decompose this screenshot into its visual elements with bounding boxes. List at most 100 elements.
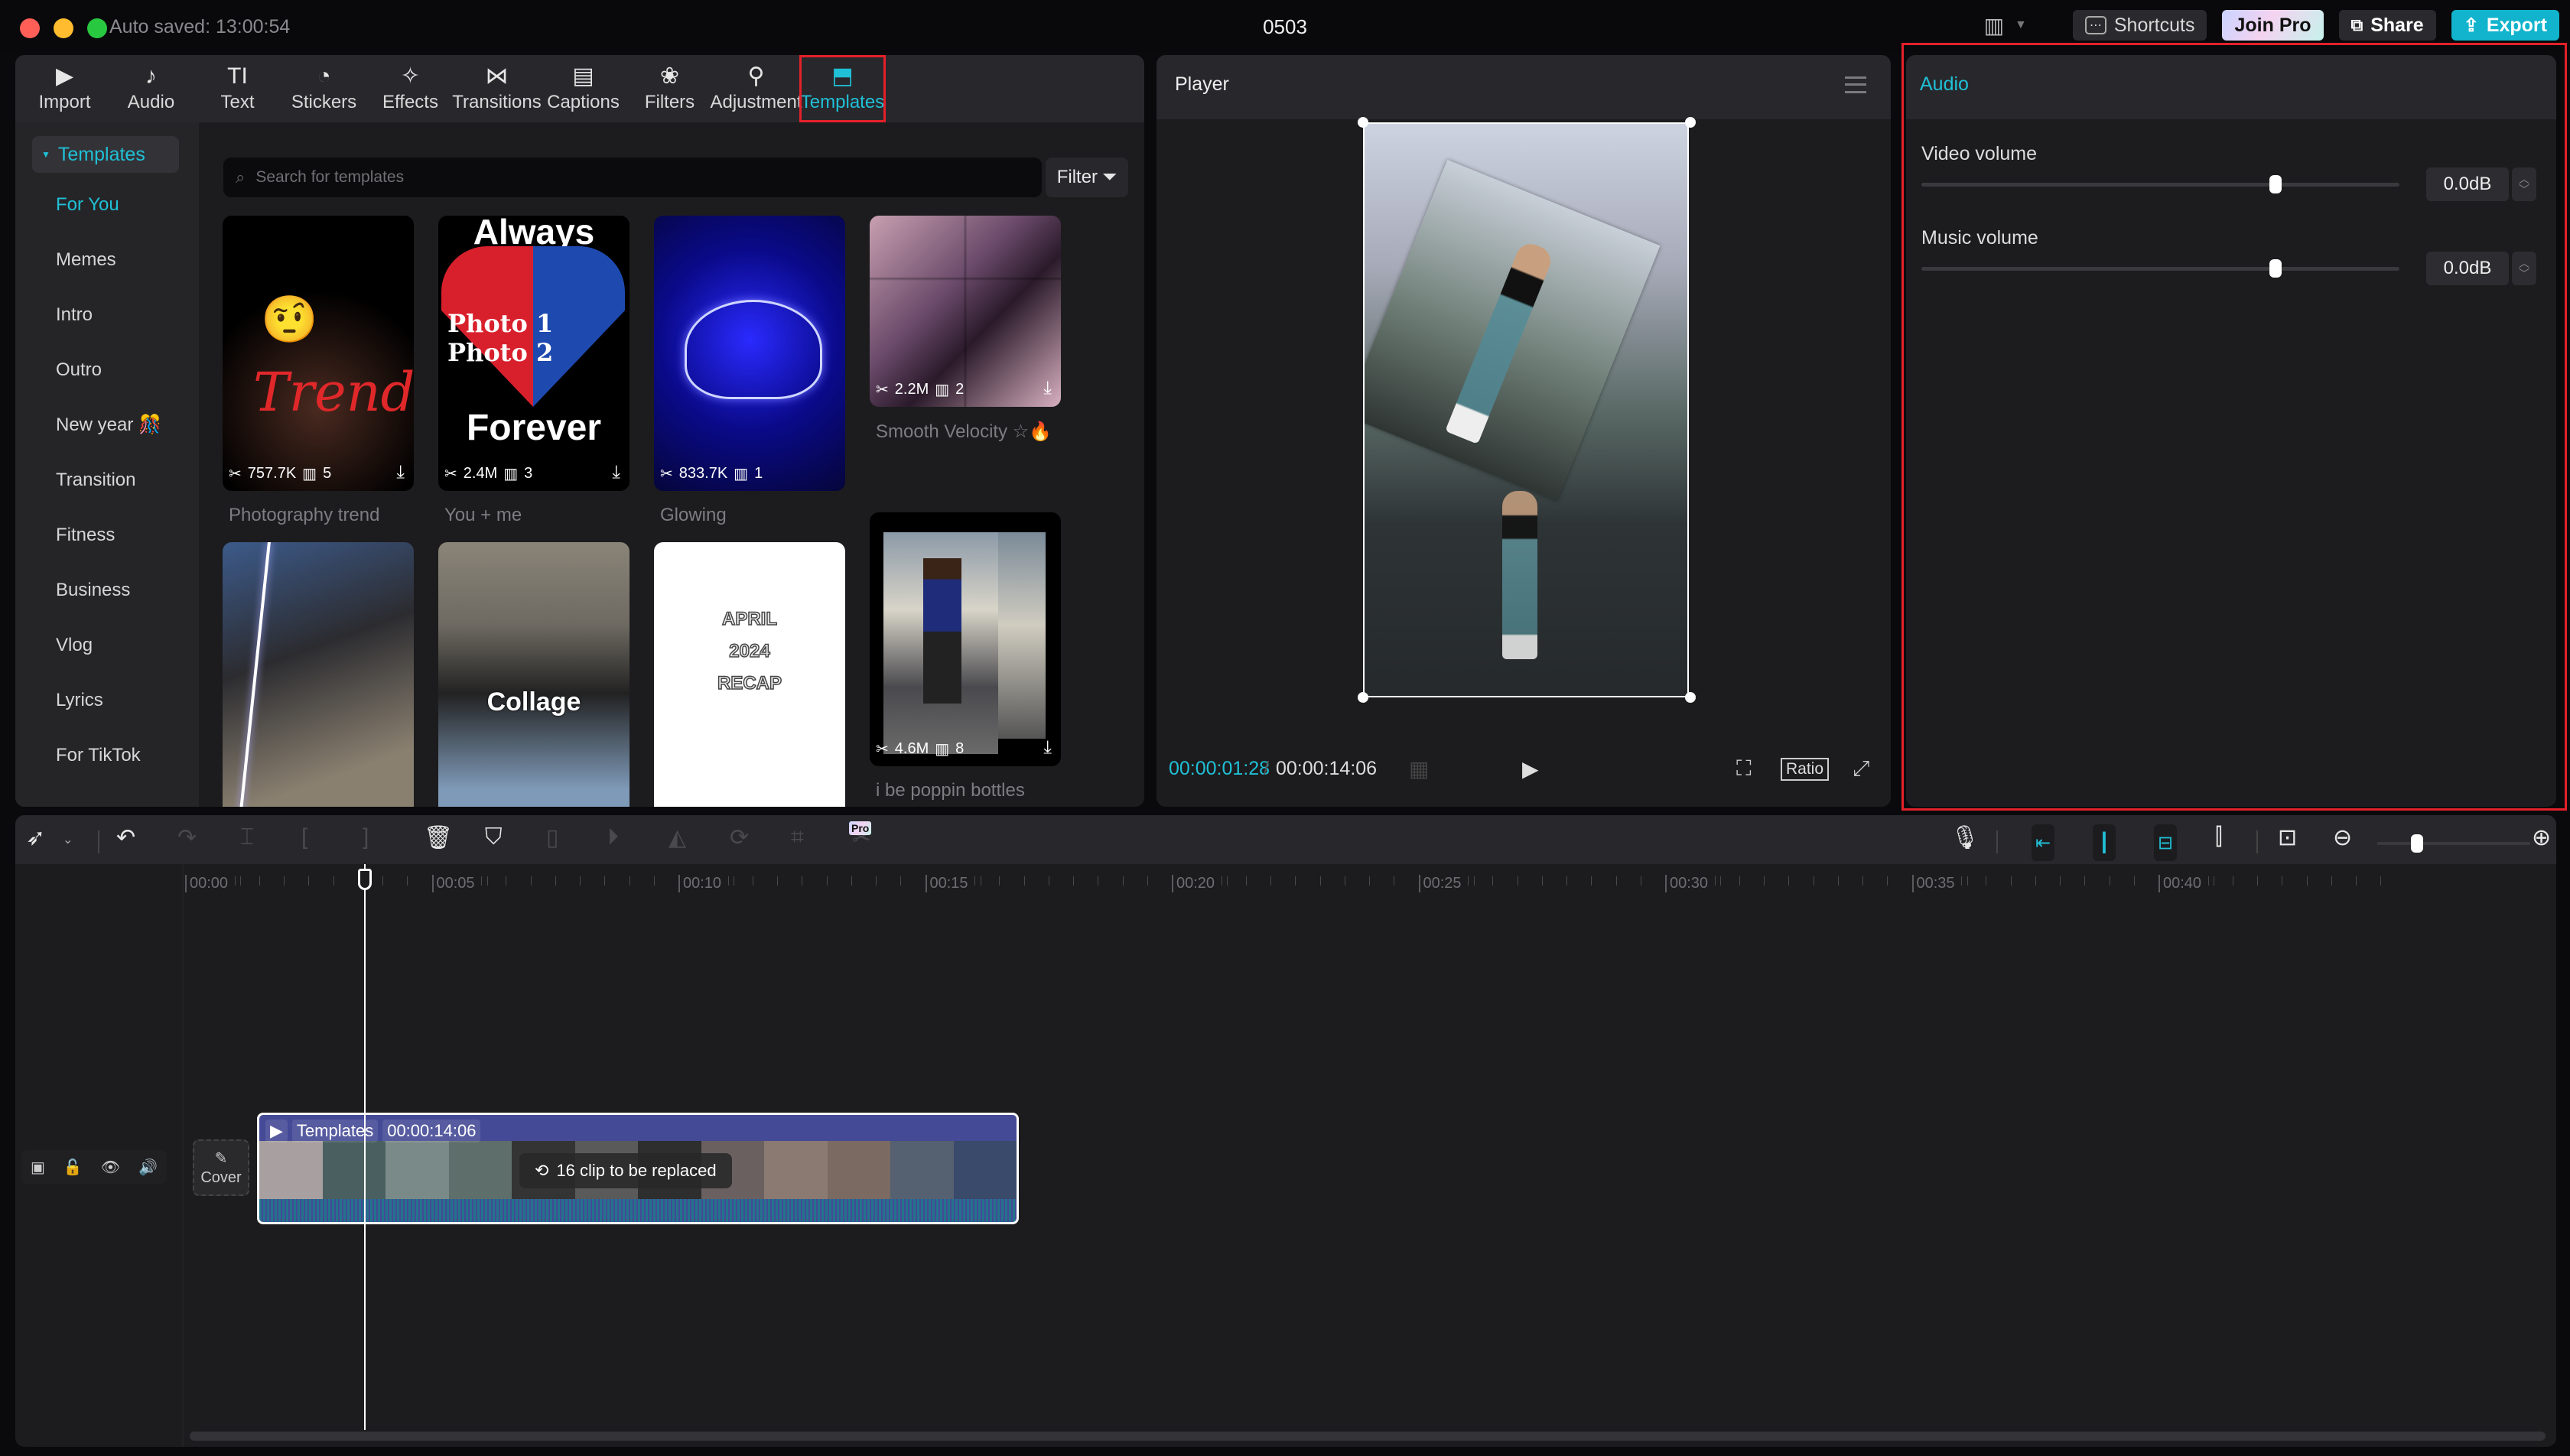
split-view-icon[interactable]: ⫿ — [2215, 824, 2223, 850]
resize-handle[interactable] — [1685, 692, 1696, 703]
time-ruler[interactable]: 00:00 00:05 00:10 00:15 00:20 00:25 00:30 00:35… — [185, 869, 2556, 899]
tab-effects[interactable]: ✧ Effects — [367, 55, 454, 122]
microphone-icon[interactable]: 🎙 — [1950, 824, 1980, 851]
tab-audio[interactable]: ♪ Audio — [108, 55, 194, 122]
category-item[interactable]: Intro — [15, 288, 199, 343]
undo-icon[interactable]: ↶ — [116, 824, 135, 851]
video-volume-input[interactable]: 0.0dB — [2426, 167, 2509, 201]
ratio-button[interactable]: Ratio — [1781, 758, 1830, 781]
trim-left-icon[interactable]: [ — [301, 824, 307, 850]
split-icon[interactable]: ⌶ — [240, 824, 254, 850]
playhead-handle[interactable] — [358, 869, 372, 890]
horizontal-scrollbar[interactable] — [190, 1432, 2546, 1441]
template-clip[interactable]: ▶ Templates 00:00:14:06 ⟲ 16 clip to be … — [257, 1113, 1019, 1224]
timeline-zoom-slider[interactable] — [2377, 834, 2530, 853]
template-card[interactable]: 🤨 Trend ✂ 757.7K ▥ 5 ⤓ Photography trend — [223, 216, 414, 526]
video-volume-slider[interactable] — [1921, 175, 2399, 193]
auto-snap-toggle[interactable]: ┃ — [2093, 824, 2116, 861]
template-card[interactable]: ✂ 4.6M ▥ 8 ⤓ i be poppin bottles — [870, 512, 1061, 801]
tab-templates[interactable]: ⬒ Templates — [799, 55, 886, 122]
filter-button[interactable]: Filter ⏷ — [1046, 158, 1128, 197]
trim-right-icon[interactable]: ] — [363, 824, 369, 850]
template-card[interactable] — [223, 542, 414, 807]
fullscreen-icon[interactable]: ⤢ — [1853, 756, 1869, 782]
tab-adjustment[interactable]: ⚲ Adjustment — [710, 55, 802, 122]
tab-text[interactable]: TI Text — [194, 55, 281, 122]
category-item[interactable]: Transition — [15, 453, 199, 508]
playhead[interactable] — [358, 864, 372, 1430]
layout-button[interactable]: ▥ ▼ — [1984, 13, 2027, 38]
grid-view-icon[interactable]: ▦ — [1409, 756, 1429, 782]
tab-captions[interactable]: ▤ Captions — [540, 55, 626, 122]
redo-icon[interactable]: ↷ — [177, 824, 197, 851]
download-icon[interactable]: ⤓ — [1043, 737, 1052, 759]
music-volume-stepper[interactable]: ︿ ﹀ — [2512, 252, 2536, 285]
close-window-button[interactable] — [20, 18, 40, 38]
chevron-down-icon[interactable]: ﹀ — [2519, 184, 2529, 195]
chevron-up-icon[interactable]: ︿ — [2519, 174, 2529, 184]
category-item[interactable]: Memes — [15, 232, 199, 288]
minimize-window-button[interactable] — [54, 18, 73, 38]
crop-icon[interactable]: ⌗ — [791, 824, 804, 850]
chevron-down-icon[interactable]: ⌄ — [63, 832, 73, 847]
main-track-magnet-toggle[interactable]: ⇤ — [2032, 824, 2054, 861]
template-card[interactable]: Collage — [438, 542, 629, 807]
resize-handle[interactable] — [1358, 692, 1368, 703]
category-item[interactable]: For You — [15, 177, 199, 232]
chevron-up-icon[interactable]: ︿ — [2519, 258, 2529, 268]
linkage-toggle[interactable]: ⊟ — [2154, 824, 2177, 861]
speaker-icon[interactable]: 🔊 — [138, 1158, 158, 1177]
zoom-in-icon[interactable]: ⊕ — [2532, 824, 2551, 851]
download-icon[interactable]: ⤓ — [1043, 378, 1052, 399]
category-item[interactable]: Vlog — [15, 618, 199, 673]
resize-handle[interactable] — [1358, 117, 1368, 128]
template-search-input[interactable]: ⌕ Search for templates — [223, 158, 1042, 197]
zoom-fit-icon[interactable]: ⛶ — [1736, 756, 1752, 782]
cover-button[interactable]: ✎ Cover — [193, 1139, 249, 1196]
maximize-window-button[interactable] — [87, 18, 107, 38]
download-icon[interactable]: ⤓ — [396, 462, 405, 483]
tab-filters[interactable]: ❀ Filters — [626, 55, 713, 122]
reverse-icon[interactable]: ⏵ — [607, 824, 619, 850]
template-card[interactable]: ✂ 2.2M ▥ 2 ⤓ Smooth Velocity ☆🔥 — [870, 216, 1061, 443]
tab-stickers[interactable]: ◔ Stickers — [281, 55, 367, 122]
replace-clips-badge[interactable]: ⟲ 16 clip to be replaced — [519, 1153, 732, 1188]
category-item[interactable]: Lyrics — [15, 673, 199, 728]
export-button[interactable]: ⇪ Export — [2451, 10, 2559, 41]
tab-import[interactable]: ▶ Import — [21, 55, 108, 122]
category-item[interactable]: Fitness — [15, 508, 199, 563]
play-icon[interactable]: ▶ — [1522, 756, 1539, 782]
video-preview[interactable] — [1363, 122, 1689, 697]
audio-tab[interactable]: Audio — [1920, 73, 1969, 96]
join-pro-button[interactable]: Join Pro — [2222, 10, 2324, 41]
zoom-slider-knob[interactable] — [2411, 834, 2423, 853]
zoom-out-icon[interactable]: ⊖ — [2333, 824, 2352, 851]
rotate-icon[interactable]: ⟳ — [730, 824, 749, 851]
resize-handle[interactable] — [1685, 117, 1696, 128]
category-item[interactable]: New year 🎊 — [15, 398, 199, 453]
shortcuts-button[interactable]: ⋯ Shortcuts — [2072, 10, 2207, 41]
video-volume-stepper[interactable]: ︿ ﹀ — [2512, 167, 2536, 201]
template-card[interactable]: ✂ 833.7K ▥ 1 Glowing — [654, 216, 845, 526]
template-card[interactable]: APRIL 2024 RECAP — [654, 542, 845, 807]
eye-icon[interactable]: 👁 — [101, 1158, 120, 1177]
category-item[interactable]: Business — [15, 563, 199, 618]
select-tool-icon[interactable]: ➶ — [26, 824, 45, 851]
tab-transitions[interactable]: ⋈ Transitions — [452, 55, 541, 122]
freeze-icon[interactable]: ▯ — [546, 824, 559, 851]
chevron-down-icon[interactable]: ﹀ — [2519, 268, 2529, 279]
slider-knob[interactable] — [2269, 175, 2282, 193]
templates-category-header[interactable]: ▼ Templates — [32, 136, 179, 173]
lock-icon[interactable]: 🔓 — [63, 1158, 83, 1177]
delete-icon[interactable]: 🗑 — [424, 824, 453, 851]
category-item[interactable]: For TikTok — [15, 728, 199, 783]
marker-icon[interactable]: ⛉ — [485, 824, 503, 850]
slider-knob[interactable] — [2269, 259, 2282, 278]
menu-icon[interactable] — [1845, 76, 1866, 93]
download-icon[interactable]: ⤓ — [612, 462, 620, 483]
zoom-to-fit-icon[interactable]: ⊡ — [2278, 824, 2297, 851]
music-volume-input[interactable]: 0.0dB — [2426, 252, 2509, 285]
share-button[interactable]: ⧉ Share — [2338, 10, 2436, 41]
track-video-icon[interactable]: ▣ — [31, 1158, 45, 1177]
music-volume-slider[interactable] — [1921, 259, 2399, 278]
